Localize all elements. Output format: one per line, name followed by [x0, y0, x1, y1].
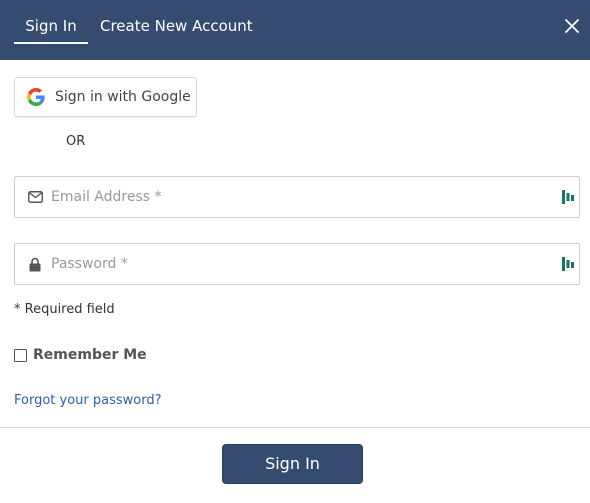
modal-header: Sign In Create New Account — [0, 0, 590, 60]
sign-in-button[interactable]: Sign In — [222, 444, 363, 484]
required-field-note: * Required field — [14, 302, 115, 317]
google-g-icon — [27, 88, 45, 106]
remember-me-label: Remember Me — [33, 347, 147, 363]
password-manager-icon[interactable] — [561, 256, 575, 272]
email-input[interactable] — [51, 177, 551, 217]
or-separator: OR — [66, 134, 86, 149]
email-field[interactable] — [14, 176, 580, 218]
forgot-password-link[interactable]: Forgot your password? — [14, 393, 162, 408]
password-manager-icon[interactable] — [561, 189, 575, 205]
tab-create-account[interactable]: Create New Account — [100, 0, 253, 44]
close-icon-glyph — [565, 19, 579, 33]
password-field[interactable] — [14, 243, 580, 285]
remember-me-checkbox[interactable]: Remember Me — [14, 347, 147, 363]
close-icon[interactable] — [562, 15, 582, 37]
lock-icon — [27, 256, 43, 272]
password-input[interactable] — [51, 244, 551, 284]
checkbox-box[interactable] — [14, 348, 27, 362]
google-sign-in-button[interactable]: Sign in with Google — [14, 77, 197, 117]
footer-divider — [0, 427, 590, 428]
tab-sign-in[interactable]: Sign In — [14, 0, 88, 44]
google-sign-in-label: Sign in with Google — [55, 89, 191, 105]
envelope-icon — [27, 189, 43, 205]
